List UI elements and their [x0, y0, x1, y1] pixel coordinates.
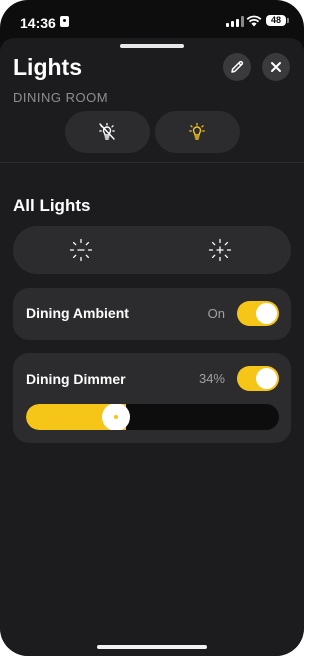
- device-name: Dining Ambient: [26, 305, 129, 321]
- divider: [0, 162, 304, 163]
- brightness-down-icon: [69, 238, 93, 262]
- power-toggle[interactable]: [237, 301, 279, 326]
- battery-icon: 48: [266, 15, 289, 26]
- close-icon: [271, 62, 281, 72]
- signal-icon: [226, 16, 244, 27]
- home-indicator[interactable]: [97, 645, 207, 649]
- device-status: On: [207, 306, 225, 321]
- phone-screen: 14:36 48 Lights DINING ROOM All Lights D…: [0, 0, 304, 656]
- all-lights-on-button[interactable]: [155, 111, 240, 153]
- sheet-grabber[interactable]: [120, 44, 184, 48]
- lightbulb-icon: [189, 122, 205, 140]
- close-button[interactable]: [262, 53, 290, 81]
- device-card-dining-ambient[interactable]: Dining Ambient On: [13, 288, 291, 340]
- edit-button[interactable]: [223, 53, 251, 81]
- light-off-icon: [99, 122, 115, 140]
- status-bar: 14:36 48: [0, 0, 304, 40]
- device-name: Dining Dimmer: [26, 371, 126, 387]
- brightness-down-button[interactable]: [13, 226, 152, 274]
- all-lights-brightness-control: [13, 226, 291, 274]
- power-toggle[interactable]: [237, 366, 279, 391]
- status-time: 14:36: [20, 15, 56, 31]
- brightness-up-icon: [208, 238, 232, 262]
- device-brightness-value: 34%: [198, 371, 225, 386]
- page-title: Lights: [13, 54, 82, 80]
- device-card-dining-dimmer[interactable]: Dining Dimmer 34%: [13, 353, 291, 443]
- wifi-icon: [246, 15, 262, 27]
- pencil-icon: [231, 60, 244, 73]
- brightness-slider[interactable]: [26, 404, 279, 430]
- brightness-slider-thumb[interactable]: [102, 404, 130, 430]
- lights-sheet: Lights DINING ROOM All Lights Dining Amb…: [0, 38, 304, 656]
- all-lights-off-button[interactable]: [65, 111, 150, 153]
- brightness-up-button[interactable]: [152, 226, 291, 274]
- section-title: All Lights: [13, 196, 91, 215]
- room-name: DINING ROOM: [13, 90, 109, 105]
- contact-card-icon: [60, 16, 69, 27]
